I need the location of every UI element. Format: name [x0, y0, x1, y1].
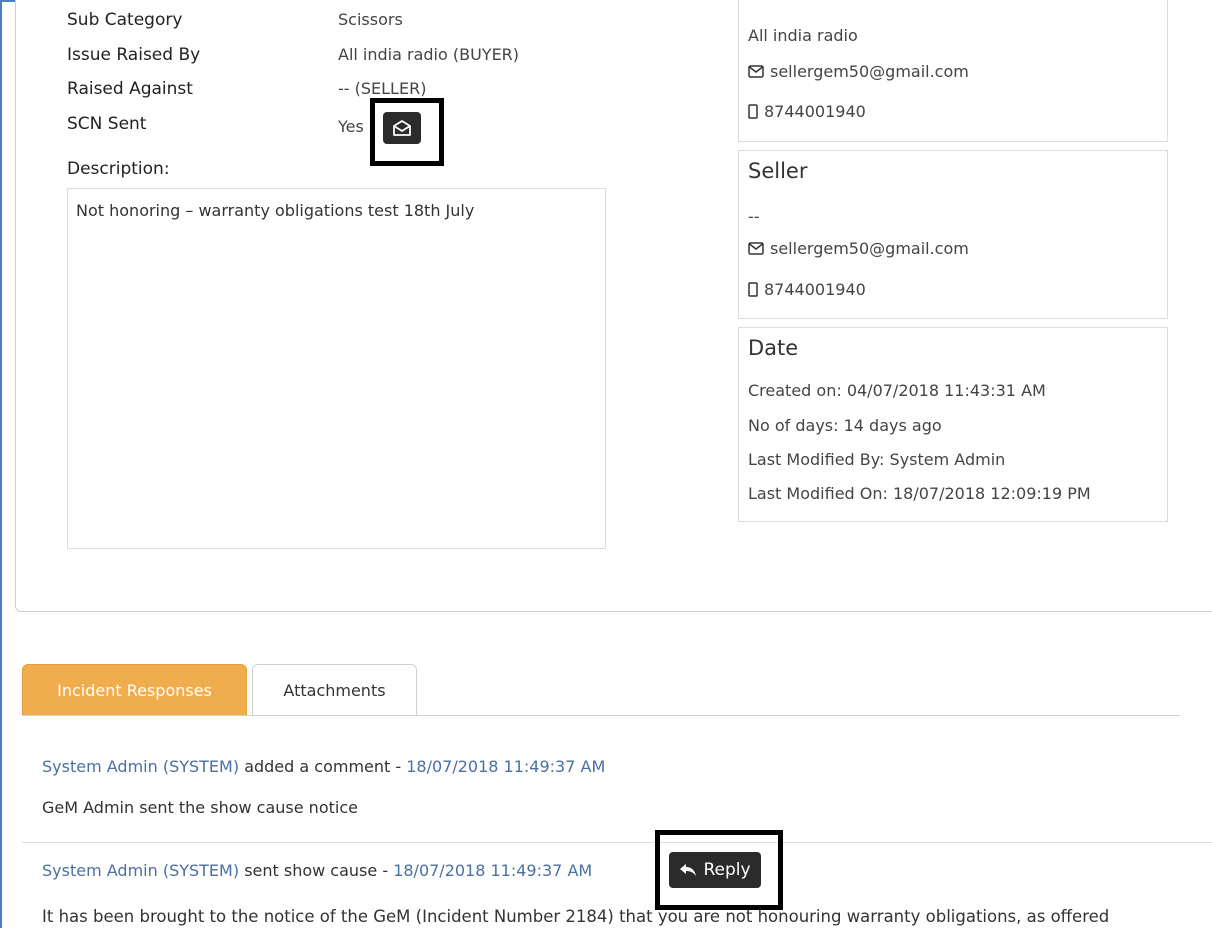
scn-sent-label: SCN Sent	[67, 114, 147, 134]
seller-email: sellergem50@gmail.com	[770, 239, 969, 258]
response-1-timestamp: 18/07/2018 11:49:37 AM	[406, 757, 606, 776]
sub-category-value: Scissors	[338, 10, 403, 29]
tab-attachments[interactable]: Attachments	[252, 664, 417, 716]
last-modified-by: Last Modified By: System Admin	[748, 450, 1006, 469]
no-of-days: No of days: 14 days ago	[748, 416, 942, 435]
response-1-action: added a comment -	[244, 757, 402, 776]
seller-card-title: Seller	[748, 159, 808, 183]
seller-phone-row: 8744001940	[748, 280, 866, 299]
description-box: Not honoring – warranty obligations test…	[67, 188, 606, 549]
description-text: Not honoring – warranty obligations test…	[76, 201, 475, 220]
last-modified-on: Last Modified On: 18/07/2018 12:09:19 PM	[748, 484, 1091, 503]
response-1-body: GeM Admin sent the show cause notice	[42, 798, 358, 817]
description-label: Description:	[67, 159, 170, 179]
response-separator	[22, 842, 1212, 843]
buyer-email-row: sellergem50@gmail.com	[748, 62, 969, 81]
buyer-card: All india radio sellergem50@gmail.com 87…	[738, 0, 1168, 142]
buyer-phone-row: 8744001940	[748, 102, 866, 121]
seller-card: Seller -- sellergem50@gmail.com 87440019…	[738, 150, 1168, 319]
date-card-title: Date	[748, 336, 799, 360]
response-2-timestamp: 18/07/2018 11:49:37 AM	[393, 861, 593, 880]
raised-against-label: Raised Against	[67, 79, 193, 99]
seller-name: --	[748, 207, 760, 226]
envelope-icon	[748, 65, 764, 78]
response-2-body: It has been brought to the notice of the…	[42, 907, 1110, 926]
buyer-phone: 8744001940	[764, 102, 866, 121]
tab-divider	[22, 715, 1180, 716]
seller-phone: 8744001940	[764, 280, 866, 299]
response-2-header: System Admin (SYSTEM) sent show cause - …	[42, 861, 592, 880]
date-card: Date Created on: 04/07/2018 11:43:31 AM …	[738, 327, 1168, 522]
response-1-author-link[interactable]: System Admin (SYSTEM)	[42, 757, 239, 776]
sub-category-label: Sub Category	[67, 10, 183, 30]
buyer-name: All india radio	[748, 26, 858, 45]
envelope-icon	[748, 242, 764, 255]
seller-email-row: sellergem50@gmail.com	[748, 239, 969, 258]
mobile-icon	[748, 104, 758, 119]
raised-against-value: -- (SELLER)	[338, 79, 427, 98]
mobile-icon	[748, 282, 758, 297]
response-1-header: System Admin (SYSTEM) added a comment - …	[42, 757, 605, 776]
created-on: Created on: 04/07/2018 11:43:31 AM	[748, 381, 1046, 400]
scn-sent-value: Yes	[338, 117, 364, 136]
scn-highlight-box	[370, 98, 444, 166]
tab-incident-responses[interactable]: Incident Responses	[22, 664, 247, 716]
issue-raised-by-value: All india radio (BUYER)	[338, 45, 520, 64]
issue-raised-by-label: Issue Raised By	[67, 45, 201, 65]
window-frame-left	[0, 0, 2, 928]
response-2-author-link[interactable]: System Admin (SYSTEM)	[42, 861, 239, 880]
response-2-action: sent show cause -	[244, 861, 389, 880]
reply-highlight-box	[655, 830, 783, 910]
buyer-email: sellergem50@gmail.com	[770, 62, 969, 81]
